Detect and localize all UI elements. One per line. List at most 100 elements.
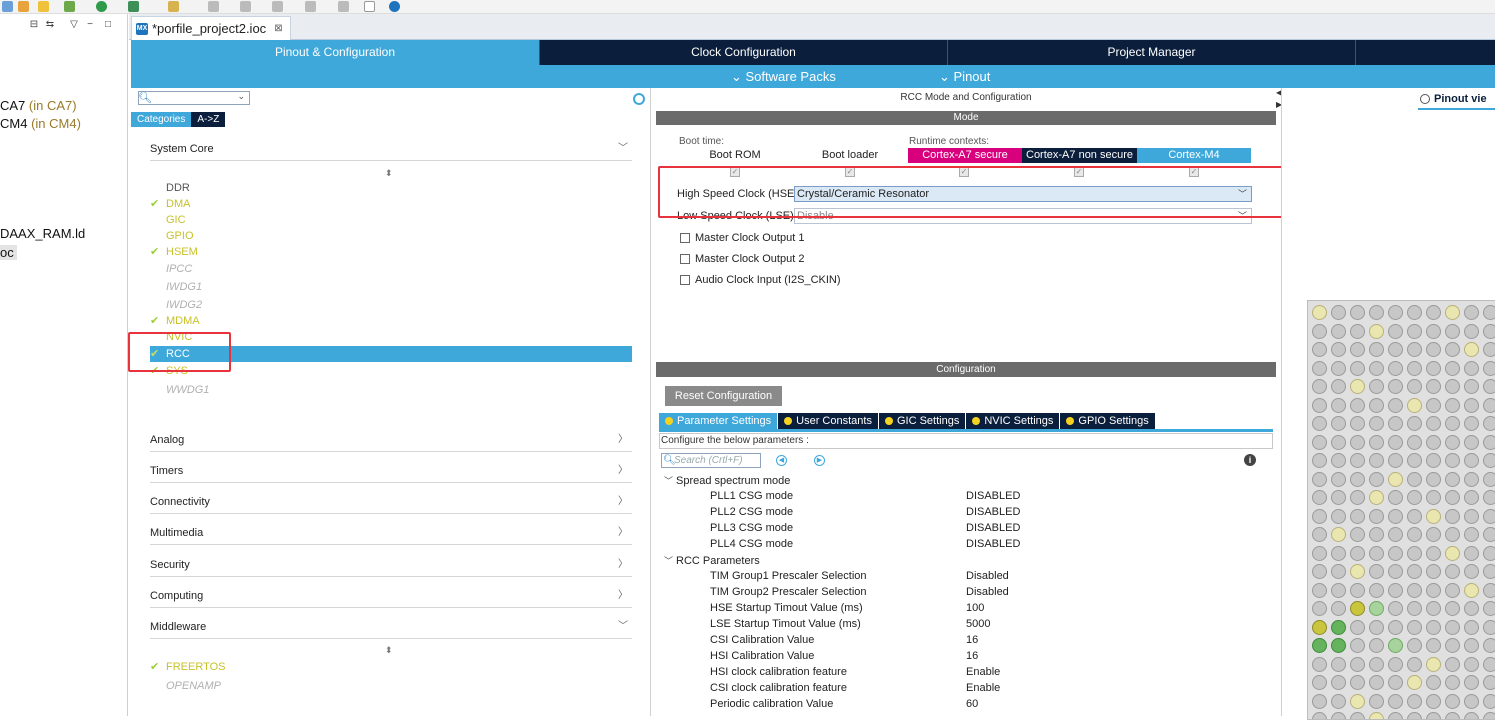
pin-pad[interactable] <box>1350 305 1365 320</box>
pin-pad[interactable] <box>1426 416 1441 431</box>
pin-pad[interactable] <box>1312 582 1327 598</box>
pin-pad[interactable] <box>1331 397 1346 413</box>
tab-pinout-view[interactable]: Pinout vie <box>1418 93 1495 110</box>
pin-pad[interactable] <box>1445 416 1460 431</box>
pin-pad[interactable] <box>1350 582 1365 598</box>
pin-pad[interactable] <box>1388 453 1403 468</box>
pin-pad[interactable] <box>1445 323 1460 339</box>
maximize-icon[interactable]: □ <box>102 20 114 30</box>
pin-pad[interactable] <box>1464 379 1479 394</box>
pin-pad[interactable] <box>1350 360 1365 376</box>
pin-pad[interactable] <box>1407 601 1422 616</box>
parameter-value[interactable]: 60 <box>966 698 978 710</box>
pin-pad[interactable] <box>1312 397 1327 413</box>
pin-pad[interactable] <box>1388 416 1403 431</box>
pin-pad[interactable] <box>1331 323 1346 339</box>
pin-pad[interactable] <box>1331 545 1346 561</box>
pin-pad[interactable] <box>1426 342 1441 357</box>
pin-pad[interactable] <box>1331 305 1346 320</box>
pin-pad[interactable] <box>1445 471 1460 487</box>
parameter-search-input[interactable]: 🔍︎ Search (Crtl+F) <box>661 453 761 468</box>
pin-pad[interactable] <box>1369 675 1384 690</box>
pin-pad[interactable] <box>1388 379 1403 394</box>
pin-pad[interactable] <box>1407 582 1422 598</box>
tab-nvic-settings[interactable]: NVIC Settings <box>966 413 1061 429</box>
peripheral-item-ipcc[interactable]: IPCC <box>166 261 192 277</box>
pin-pad[interactable] <box>1464 342 1479 357</box>
pin-pad[interactable] <box>1369 490 1384 505</box>
pin-pad[interactable] <box>1350 656 1365 672</box>
pin-pad[interactable] <box>1464 416 1479 431</box>
pin-pad[interactable] <box>1350 712 1365 719</box>
toolbar-icon[interactable] <box>272 1 283 12</box>
pin-pad[interactable] <box>1369 434 1384 450</box>
pin-pad[interactable] <box>1407 379 1422 394</box>
pin-pad[interactable] <box>1445 397 1460 413</box>
link-editor-icon[interactable]: ⇆ <box>44 20 56 30</box>
pin-pad[interactable] <box>1426 675 1441 690</box>
pin-pad[interactable] <box>1312 360 1327 376</box>
pin-pad[interactable] <box>1407 360 1422 376</box>
pin-pad[interactable] <box>1464 397 1479 413</box>
pin-pad[interactable] <box>1464 490 1479 505</box>
pin-pad[interactable] <box>1369 582 1384 598</box>
pin-pad[interactable] <box>1369 564 1384 579</box>
toolbar-icon[interactable] <box>38 1 49 12</box>
pin-pad[interactable] <box>1464 675 1479 690</box>
pin-pad[interactable] <box>1426 305 1441 320</box>
pin-pad[interactable] <box>1331 656 1346 672</box>
pin-pad[interactable] <box>1350 693 1365 709</box>
pin-pad[interactable] <box>1369 656 1384 672</box>
toolbar-icon[interactable] <box>208 1 219 12</box>
pin-pad[interactable] <box>1426 508 1441 524</box>
pin-pad[interactable] <box>1369 508 1384 524</box>
peripheral-item-openamp[interactable]: OPENAMP <box>166 678 221 694</box>
pin-pad[interactable] <box>1369 323 1384 339</box>
parameter-value[interactable]: Disabled <box>966 570 1009 582</box>
pin-pad[interactable] <box>1426 601 1441 616</box>
pin-pad[interactable] <box>1483 619 1495 635</box>
pin-pad[interactable] <box>1369 527 1384 542</box>
pin-pad[interactable] <box>1350 490 1365 505</box>
chip-pinout-grid[interactable] <box>1307 300 1495 720</box>
pin-pad[interactable] <box>1483 342 1495 357</box>
pin-pad[interactable] <box>1312 712 1327 719</box>
peripheral-item-gic[interactable]: GIC <box>166 212 186 228</box>
tree-item[interactable]: CA7 (in CA7) <box>0 98 77 113</box>
pin-pad[interactable] <box>1312 656 1327 672</box>
pin-pad[interactable] <box>1426 564 1441 579</box>
pin-pad[interactable] <box>1388 545 1403 561</box>
pin-pad[interactable] <box>1426 582 1441 598</box>
pin-pad[interactable] <box>1464 712 1479 719</box>
pin-pad[interactable] <box>1331 453 1346 468</box>
search-next-icon[interactable]: ▶ <box>814 455 825 466</box>
pin-pad[interactable] <box>1407 675 1422 690</box>
pin-pad[interactable] <box>1426 638 1441 653</box>
pin-pad[interactable] <box>1388 582 1403 598</box>
category-multimedia[interactable]: Multimedia 〉 <box>150 521 632 545</box>
pin-pad[interactable] <box>1388 656 1403 672</box>
peripheral-item-mdma[interactable]: ✔ MDMA <box>150 313 200 329</box>
pin-pad[interactable] <box>1388 693 1403 709</box>
pin-pad[interactable] <box>1407 416 1422 431</box>
peripheral-item-wwdg1[interactable]: WWDG1 <box>166 382 209 398</box>
pin-pad[interactable] <box>1445 453 1460 468</box>
pin-pad[interactable] <box>1331 712 1346 719</box>
pin-pad[interactable] <box>1350 434 1365 450</box>
pin-pad[interactable] <box>1407 545 1422 561</box>
pin-pad[interactable] <box>1312 564 1327 579</box>
pin-pad[interactable] <box>1483 675 1495 690</box>
pin-pad[interactable] <box>1369 693 1384 709</box>
pin-pad[interactable] <box>1388 360 1403 376</box>
info-icon[interactable] <box>389 1 400 12</box>
tree-item-selected[interactable]: oc <box>0 245 17 260</box>
pin-pad[interactable] <box>1407 619 1422 635</box>
pin-pad[interactable] <box>1369 453 1384 468</box>
pin-pad[interactable] <box>1464 527 1479 542</box>
pin-pad[interactable] <box>1350 453 1365 468</box>
pin-pad[interactable] <box>1407 305 1422 320</box>
pin-pad[interactable] <box>1331 360 1346 376</box>
toolbar-icon[interactable] <box>128 1 139 12</box>
pin-pad[interactable] <box>1350 508 1365 524</box>
pin-pad[interactable] <box>1312 305 1327 320</box>
